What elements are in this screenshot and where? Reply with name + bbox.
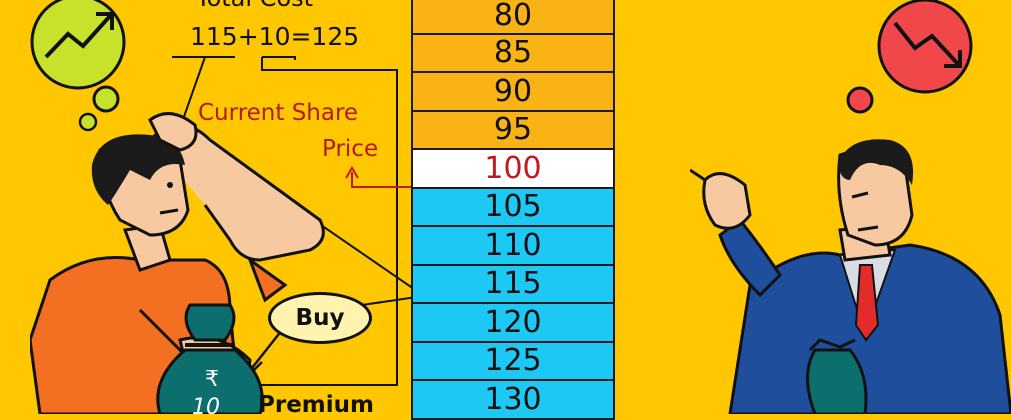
price-row: 110 [411,227,615,266]
price-ladder: 80 85 90 95 100 105 110 115 120 125 130 [411,0,615,420]
price-row: 120 [411,304,615,343]
price-row: 95 [411,111,615,150]
premium-label: Premium [258,392,374,418]
price-row: 115 [411,265,615,304]
price-row: 90 [411,73,615,112]
current-price-row: 100 [411,150,615,189]
price-row: 125 [411,342,615,381]
price-row: 105 [411,188,615,227]
price-row: 80 [411,0,615,35]
price-row: 85 [411,34,615,73]
money-bag-icon: ₹ 10 [156,303,264,414]
equation: 115+10=125 [190,22,360,51]
trend-down-icon [846,0,973,114]
seller-illustration [690,139,1011,414]
total-cost-title: Total Cost [196,0,313,12]
rupee-symbol: ₹ [205,367,219,392]
bag-amount: 10 [192,395,220,414]
buy-bubble: Buy [268,292,372,344]
buy-label: Buy [295,305,345,331]
